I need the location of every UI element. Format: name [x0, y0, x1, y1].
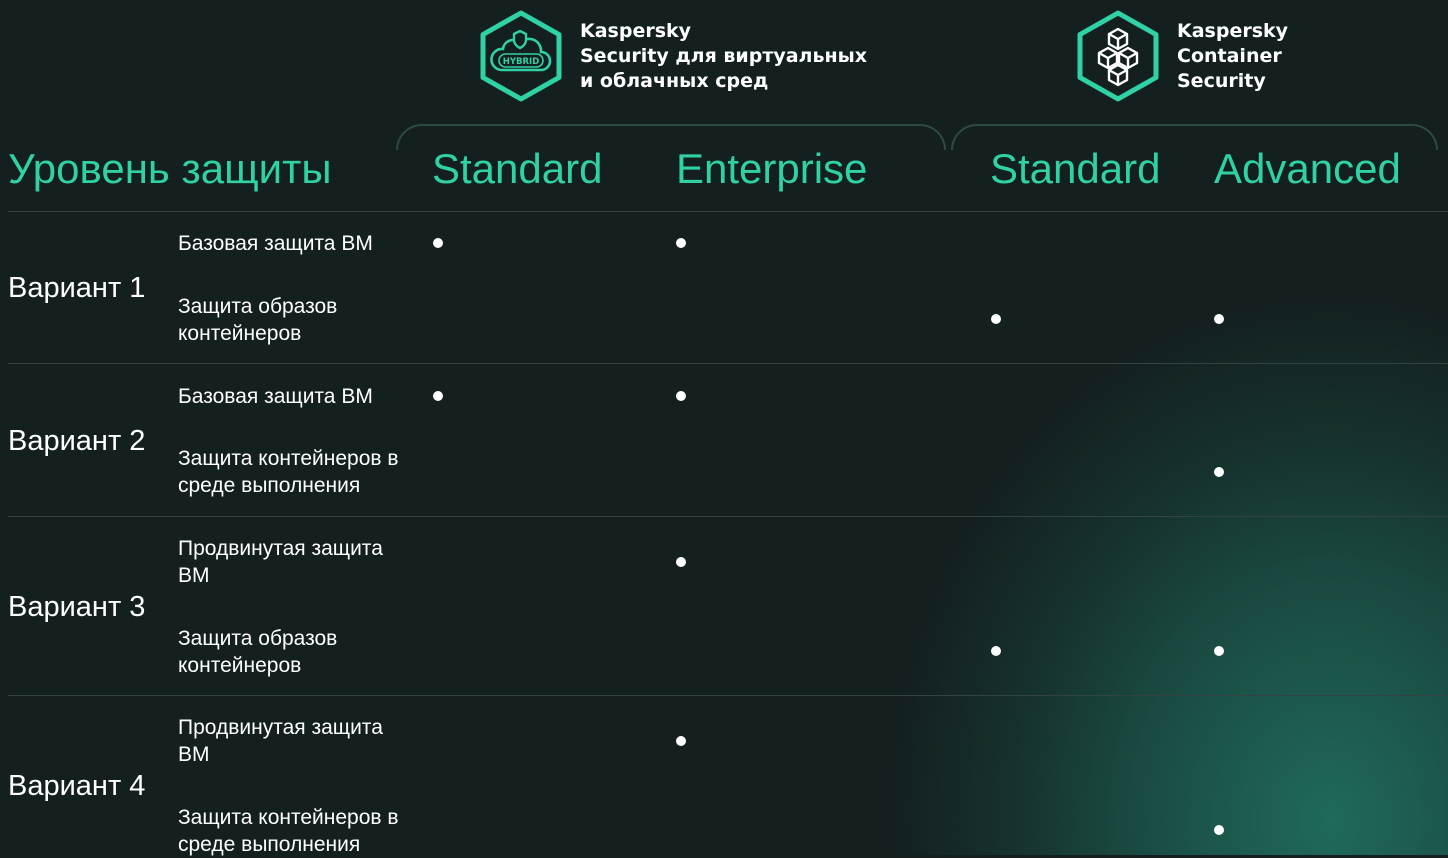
product-header-kasv: HYBRID Kaspersky Security для виртуальны…: [478, 10, 867, 102]
tier-kasv-standard: Standard: [432, 145, 603, 192]
feature-label: Базовая защита ВМ: [178, 232, 373, 255]
mark-kcs-advanced: [1214, 467, 1224, 477]
tier-kcs-standard: Standard: [990, 145, 1161, 192]
product-title-kcs: Kaspersky Container Security: [1177, 19, 1288, 94]
mark-kcs-advanced: [1214, 314, 1224, 324]
mark-kcs-standard: [991, 314, 1001, 324]
mark-kasv-enterprise: [676, 391, 686, 401]
variant-4-label: Вариант 4: [8, 770, 146, 802]
feature-label: Базовая защита ВМ: [178, 385, 373, 408]
product-title-line: Security для виртуальных: [580, 44, 868, 67]
container-cubes-icon: [1075, 10, 1161, 102]
row-divider: [8, 516, 1448, 517]
feature-label: Защита образов контейнеров: [178, 295, 338, 345]
feature-label: Защита образов контейнеров: [178, 627, 338, 677]
protection-level-title: Уровень защиты: [8, 145, 332, 192]
feature-label: Защита контейнеров в среде выполнения: [178, 447, 399, 497]
tier-kasv-enterprise: Enterprise: [676, 145, 868, 192]
feature-label: Продвинутая защита ВМ: [178, 537, 383, 587]
row-divider: [8, 211, 1448, 212]
mark-kcs-advanced: [1214, 646, 1224, 656]
product-title-kasv: Kaspersky Security для виртуальных и обл…: [580, 19, 867, 94]
mark-kasv-enterprise: [676, 557, 686, 567]
variant-2-label: Вариант 2: [8, 425, 146, 457]
product-title-line: Kaspersky: [580, 19, 692, 42]
product-title-line: Kaspersky: [1177, 19, 1289, 42]
row-divider: [8, 695, 1448, 696]
mark-kasv-standard: [433, 391, 443, 401]
product-title-line: Security: [1177, 69, 1266, 92]
feature-label: Продвинутая защита ВМ: [178, 716, 383, 766]
hybrid-icon-text: HYBRID: [503, 57, 540, 67]
product-title-line: Container: [1177, 44, 1282, 67]
variant-1-label: Вариант 1: [8, 272, 146, 304]
mark-kasv-standard: [433, 238, 443, 248]
mark-kcs-standard: [991, 646, 1001, 656]
product-title-line: и облачных сред: [580, 69, 769, 92]
mark-kasv-enterprise: [676, 736, 686, 746]
variant-3-label: Вариант 3: [8, 591, 146, 623]
row-divider: [8, 363, 1448, 364]
hybrid-cloud-shield-icon: HYBRID: [478, 10, 564, 102]
product-header-kcs: Kaspersky Container Security: [1075, 10, 1288, 102]
feature-label: Защита контейнеров в среде выполнения: [178, 806, 399, 856]
mark-kasv-enterprise: [676, 238, 686, 248]
mark-kcs-advanced: [1214, 825, 1224, 835]
tier-kcs-advanced: Advanced: [1214, 145, 1401, 192]
